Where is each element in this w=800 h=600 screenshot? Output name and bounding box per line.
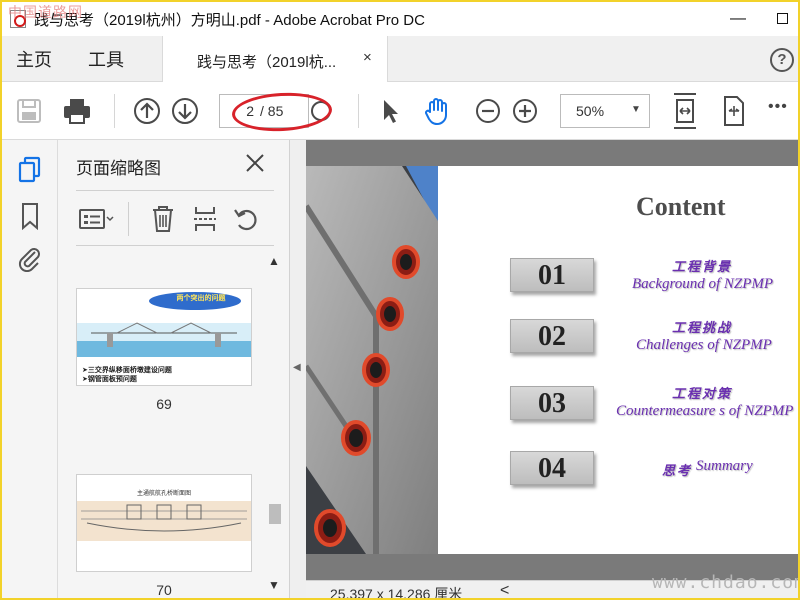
item-number: 04 — [510, 451, 594, 485]
menu-tools[interactable]: 工具 — [88, 46, 124, 72]
maximize-button[interactable] — [768, 6, 796, 32]
thumbnail-tools — [58, 198, 290, 242]
close-icon[interactable] — [244, 152, 266, 174]
document-tab-label: 践与思考（2019l杭... — [197, 54, 337, 71]
item-number: 02 — [510, 319, 594, 353]
page-thumbnails-icon[interactable] — [16, 156, 44, 184]
title-bar: 践与思考（2019l杭州）方明山.pdf - Adobe Acrobat Pro… — [2, 2, 798, 36]
zoom-value: 50% — [576, 103, 605, 119]
item-en-label: Countermeasure s of NZPMP — [616, 403, 794, 419]
thumbnail-panel: 页面缩略图 两个突出的问题 ➤三交界纵移面桥墩建设问题 ➤钢管面板预问题 69 … — [58, 140, 290, 598]
scroll-up-icon[interactable]: ▲ — [268, 254, 280, 268]
document-tab[interactable]: 践与思考（2019l杭... × — [162, 36, 388, 82]
thumbnail-69-title: 两个突出的问题 — [176, 295, 226, 302]
menu-tab-bar: 主页 工具 践与思考（2019l杭... × ? — [2, 36, 798, 82]
save-icon[interactable] — [16, 96, 42, 126]
document-view[interactable]: Content 01 工程背景 Background of NZPMP 02 工… — [306, 140, 798, 580]
scrollbar-thumb[interactable] — [269, 504, 281, 524]
attachment-icon[interactable] — [16, 244, 44, 273]
item-en-label: Challenges of NZPMP — [636, 337, 772, 353]
item-cn-label: 工程对策 — [672, 387, 733, 402]
collapse-arrow-icon: ◀ — [293, 362, 301, 373]
zoom-dropdown[interactable]: 50% ▼ — [560, 94, 650, 128]
menu-home[interactable]: 主页 — [16, 46, 52, 72]
thumbnail-page-number: 69 — [156, 396, 172, 412]
left-icon-rail — [2, 140, 58, 598]
thumbnail-scrollbar[interactable]: ▲ ▼ — [264, 252, 284, 598]
watermark-url: www.chdao.com — [652, 572, 800, 593]
thumbnail-list: 两个突出的问题 ➤三交界纵移面桥墩建设问题 ➤钢管面板预问题 69 主通航航孔桥… — [58, 248, 266, 598]
zoom-out-icon[interactable] — [474, 96, 502, 126]
scroll-left-icon[interactable]: < — [500, 582, 509, 598]
scroll-down-icon[interactable]: ▼ — [268, 578, 280, 592]
panel-tool-separator — [128, 202, 129, 236]
fit-page-icon[interactable] — [670, 92, 700, 129]
window-title: 践与思考（2019l杭州）方明山.pdf - Adobe Acrobat Pro… — [34, 12, 425, 29]
thumbnail-70-title: 主通航航孔桥断面图 — [136, 491, 191, 497]
app-window: 践与思考（2019l杭州）方明山.pdf - Adobe Acrobat Pro… — [0, 0, 800, 600]
item-cn-label: 思考 — [662, 464, 693, 479]
minimize-button[interactable]: — — [724, 6, 752, 32]
item-en-label: Summary — [696, 458, 753, 474]
thumbnail-69-line-2: ➤钢管面板预问题 — [82, 376, 137, 383]
panel-collapse-handle[interactable]: ◀ — [290, 140, 306, 598]
bridge-photo — [306, 166, 438, 554]
more-tools-icon[interactable]: ••• — [768, 98, 788, 128]
rotate-page-icon[interactable] — [232, 204, 260, 234]
item-cn-label: 工程背景 — [672, 260, 733, 275]
divider — [76, 245, 274, 246]
hand-tool-icon[interactable] — [422, 96, 454, 126]
toolbar-separator — [114, 94, 115, 128]
help-icon[interactable]: ? — [770, 48, 794, 72]
item-number: 03 — [510, 386, 594, 420]
previous-page-icon[interactable] — [132, 96, 162, 126]
toolbar: / 85 50% ▼ ••• — [2, 82, 798, 140]
close-tab-icon[interactable]: × — [363, 49, 372, 66]
page-size-readout: 25.397 x 14.286 厘米 — [330, 586, 463, 600]
pdf-page: Content 01 工程背景 Background of NZPMP 02 工… — [306, 166, 798, 554]
bookmark-icon[interactable] — [16, 202, 44, 231]
rotate-view-icon[interactable] — [718, 94, 748, 126]
extract-page-icon[interactable] — [192, 204, 218, 234]
watermark-logo: 中国道路网 — [8, 5, 83, 21]
maximize-icon — [776, 13, 788, 24]
item-en-label: Background of NZPMP — [632, 276, 774, 292]
thumbnail-options-icon[interactable] — [78, 204, 116, 234]
select-cursor-icon[interactable] — [378, 96, 402, 126]
thumbnail-page-number: 70 — [156, 582, 172, 598]
zoom-in-icon[interactable] — [511, 96, 539, 126]
item-number: 01 — [510, 258, 594, 292]
slide-title: Content — [636, 192, 726, 221]
panel-title: 页面缩略图 — [76, 159, 161, 178]
item-cn-label: 工程挑战 — [672, 321, 733, 336]
print-icon[interactable] — [62, 96, 92, 126]
next-page-icon[interactable] — [170, 96, 200, 126]
chevron-down-icon: ▼ — [631, 104, 641, 115]
delete-page-icon[interactable] — [150, 204, 176, 234]
toolbar-separator — [358, 94, 359, 128]
divider — [76, 190, 274, 191]
